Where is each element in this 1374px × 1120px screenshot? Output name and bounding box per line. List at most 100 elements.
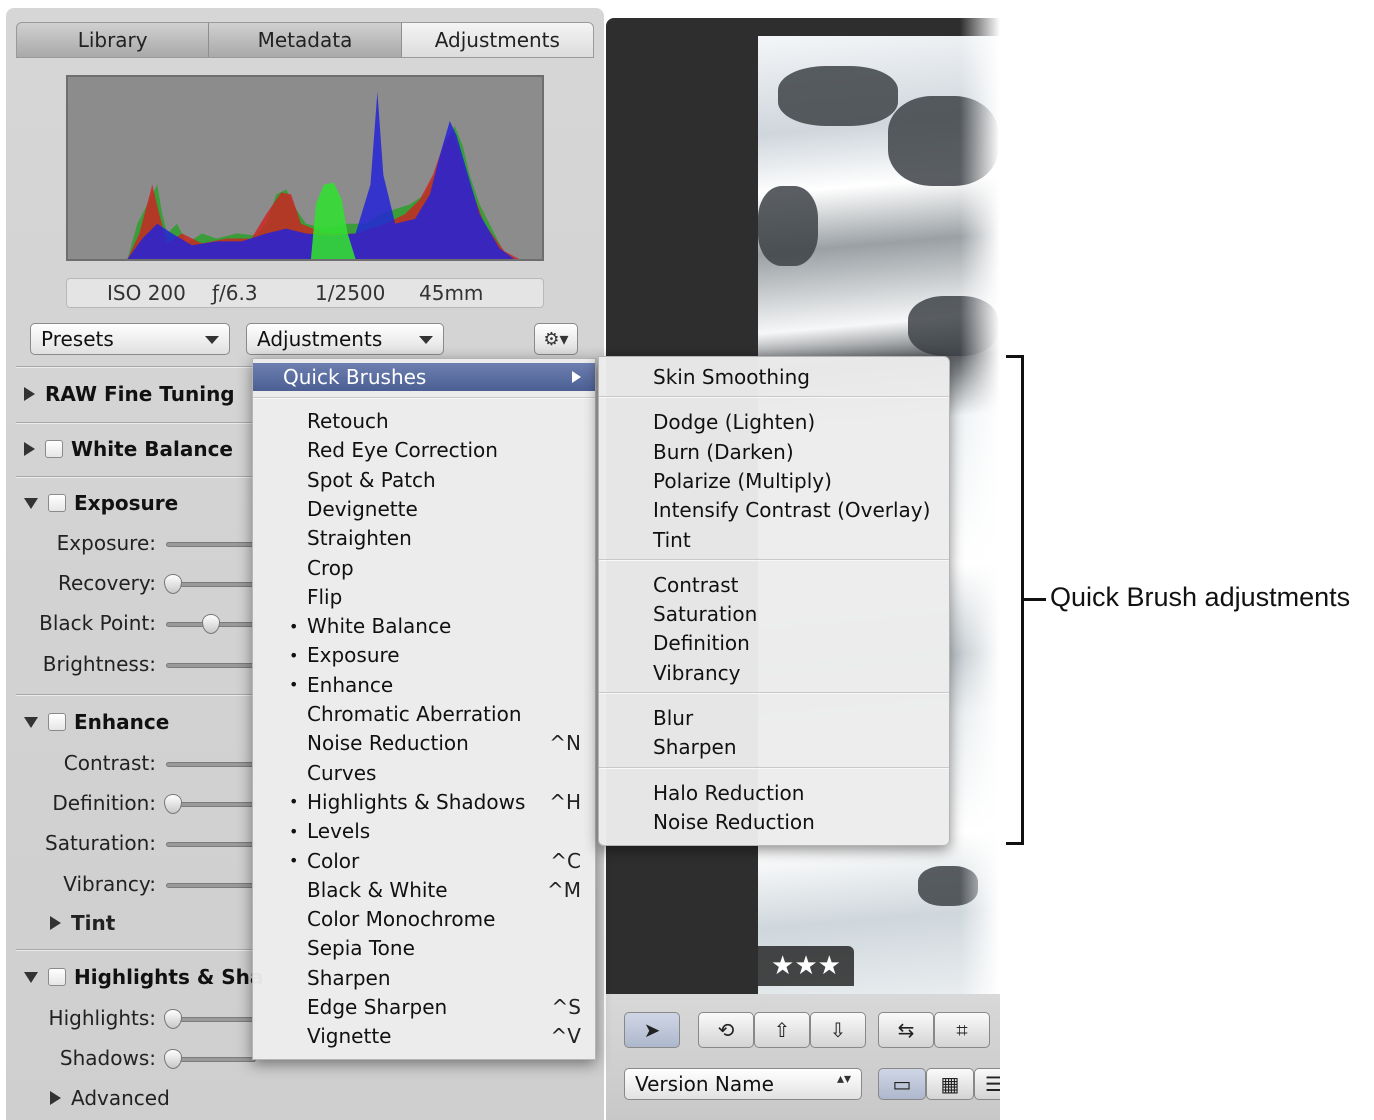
adjustments-popup[interactable]: Adjustments <box>246 323 444 355</box>
disclosure-right-icon[interactable] <box>50 916 61 930</box>
definition-slider-knob[interactable] <box>164 794 182 814</box>
advanced-disclosure[interactable]: Advanced <box>50 1086 170 1110</box>
annotation-bracket-tick <box>1024 598 1046 601</box>
stamp-tool-button[interactable]: ⇩ <box>810 1012 866 1048</box>
brightness-slider[interactable] <box>166 663 256 668</box>
section-white-balance[interactable]: White Balance <box>24 437 233 461</box>
submenu-item[interactable]: Sharpen <box>653 733 949 761</box>
menu-separator <box>599 766 949 769</box>
highlights-shadows-checkbox[interactable] <box>48 968 66 986</box>
recovery-slider-knob[interactable] <box>164 574 182 594</box>
crop-tool-button[interactable]: ⌗ <box>934 1012 990 1048</box>
menu-item[interactable]: Vignette ^V <box>253 1022 595 1050</box>
menu-item-label: Noise Reduction <box>307 731 469 756</box>
menu-item[interactable]: • Levels <box>253 817 595 845</box>
menu-item[interactable]: Spot & Patch <box>253 466 595 494</box>
disclosure-right-icon[interactable] <box>24 387 35 401</box>
disclosure-down-icon[interactable] <box>24 971 38 983</box>
menu-item[interactable]: Retouch <box>253 407 595 435</box>
saturation-slider[interactable] <box>166 842 256 847</box>
presets-popup[interactable]: Presets <box>30 323 230 355</box>
menu-item[interactable]: Devignette <box>253 495 595 523</box>
menu-item[interactable]: Black & White ^M <box>253 876 595 904</box>
submenu-item[interactable]: Definition <box>653 629 949 657</box>
menu-item[interactable]: • White Balance <box>253 612 595 640</box>
submenu-item[interactable]: Blur <box>653 704 949 732</box>
menu-item[interactable]: • Exposure <box>253 641 595 669</box>
submenu-item[interactable]: Tint <box>653 526 949 554</box>
black-point-slider-knob[interactable] <box>202 614 220 634</box>
filmstrip-icon: ▭ <box>892 1072 912 1096</box>
rating-stars[interactable]: ★★★ <box>758 946 854 986</box>
enhance-checkbox[interactable] <box>48 713 66 731</box>
tint-disclosure[interactable]: Tint <box>50 911 115 935</box>
submenu-item[interactable]: Skin Smoothing <box>653 363 949 391</box>
submenu-item[interactable]: Polarize (Multiply) <box>653 467 949 495</box>
menu-item[interactable]: Red Eye Correction <box>253 436 595 464</box>
menu-item-quick-brushes[interactable]: Quick Brushes <box>253 363 595 391</box>
histogram-graph <box>127 91 520 259</box>
menu-item[interactable]: • Color ^C <box>253 847 595 875</box>
submenu-item[interactable]: Halo Reduction <box>653 779 949 807</box>
disclosure-down-icon[interactable] <box>24 497 38 509</box>
menu-item[interactable]: Crop <box>253 554 595 582</box>
submenu-item[interactable]: Vibrancy <box>653 659 949 687</box>
menu-item[interactable]: Straighten <box>253 524 595 552</box>
submenu-item[interactable]: Saturation <box>653 600 949 628</box>
gear-icon[interactable]: ⚙▾ <box>534 323 578 355</box>
contrast-slider[interactable] <box>166 762 256 767</box>
menu-item[interactable]: • Highlights & Shadows ^H <box>253 788 595 816</box>
list-view-button[interactable]: ☰ <box>974 1068 1000 1100</box>
menu-item[interactable]: Sharpen <box>253 964 595 992</box>
grid-view-button[interactable]: ▦ <box>926 1068 974 1100</box>
contrast-slider-label: Contrast: <box>63 751 156 775</box>
section-exposure[interactable]: Exposure <box>24 491 178 515</box>
section-raw-fine-tuning[interactable]: RAW Fine Tuning <box>24 382 235 406</box>
tab-metadata[interactable]: Metadata <box>209 23 402 57</box>
selection-tool-button[interactable]: ➤ <box>624 1012 680 1048</box>
menu-item[interactable]: Curves <box>253 759 595 787</box>
rotate-left-button[interactable]: ⟲ <box>698 1012 754 1048</box>
submenu-item[interactable]: Intensify Contrast (Overlay) <box>653 496 949 524</box>
quick-brushes-submenu: Skin Smoothing Dodge (Lighten) Burn (Darke… <box>598 356 950 846</box>
disclosure-right-icon[interactable] <box>24 442 35 456</box>
menu-item[interactable]: Chromatic Aberration <box>253 700 595 728</box>
vibrancy-slider[interactable] <box>166 883 256 888</box>
version-name-label: Version Name <box>635 1072 774 1096</box>
exif-focal-length: 45mm <box>419 281 484 305</box>
section-enhance[interactable]: Enhance <box>24 710 169 734</box>
disclosure-right-icon[interactable] <box>50 1091 61 1105</box>
menu-item[interactable]: Edge Sharpen ^S <box>253 993 595 1021</box>
section-highlights-shadows[interactable]: Highlights & Sha <box>24 965 263 989</box>
list-icon: ☰ <box>985 1072 1000 1096</box>
submenu-item[interactable]: Dodge (Lighten) <box>653 408 949 436</box>
menu-item[interactable]: Flip <box>253 583 595 611</box>
section-label: Exposure <box>74 491 179 515</box>
shadows-slider-knob[interactable] <box>164 1049 182 1069</box>
white-balance-checkbox[interactable] <box>45 440 63 458</box>
definition-slider-label: Definition: <box>52 791 156 815</box>
exposure-slider[interactable] <box>166 542 256 547</box>
menu-item[interactable]: Sepia Tone <box>253 934 595 962</box>
shadows-slider-label: Shadows: <box>59 1046 156 1070</box>
exposure-checkbox[interactable] <box>48 494 66 512</box>
lift-tool-button[interactable]: ⇧ <box>754 1012 810 1048</box>
version-name-select[interactable]: Version Name ▴▾ <box>624 1068 862 1100</box>
menu-item[interactable]: Color Monochrome <box>253 905 595 933</box>
tab-adjustments[interactable]: Adjustments <box>401 23 593 57</box>
filmstrip-view-button[interactable]: ▭ <box>878 1068 926 1100</box>
menu-item-label: Chromatic Aberration <box>307 702 522 726</box>
section-label: RAW Fine Tuning <box>45 382 235 406</box>
submenu-item[interactable]: Noise Reduction <box>653 808 949 836</box>
tab-library[interactable]: Library <box>17 23 210 57</box>
straighten-tool-button[interactable]: ⇆ <box>878 1012 934 1048</box>
submenu-item[interactable]: Contrast <box>653 571 949 599</box>
highlights-slider-knob[interactable] <box>164 1009 182 1029</box>
lift-icon: ⇧ <box>773 1018 791 1042</box>
submenu-item[interactable]: Burn (Darken) <box>653 438 949 466</box>
checked-bullet-icon: • <box>289 675 299 695</box>
disclosure-down-icon[interactable] <box>24 716 38 728</box>
menu-item[interactable]: • Enhance <box>253 671 595 699</box>
menu-item-label: Exposure <box>307 643 400 668</box>
menu-item[interactable]: Noise Reduction ^N <box>253 729 595 757</box>
